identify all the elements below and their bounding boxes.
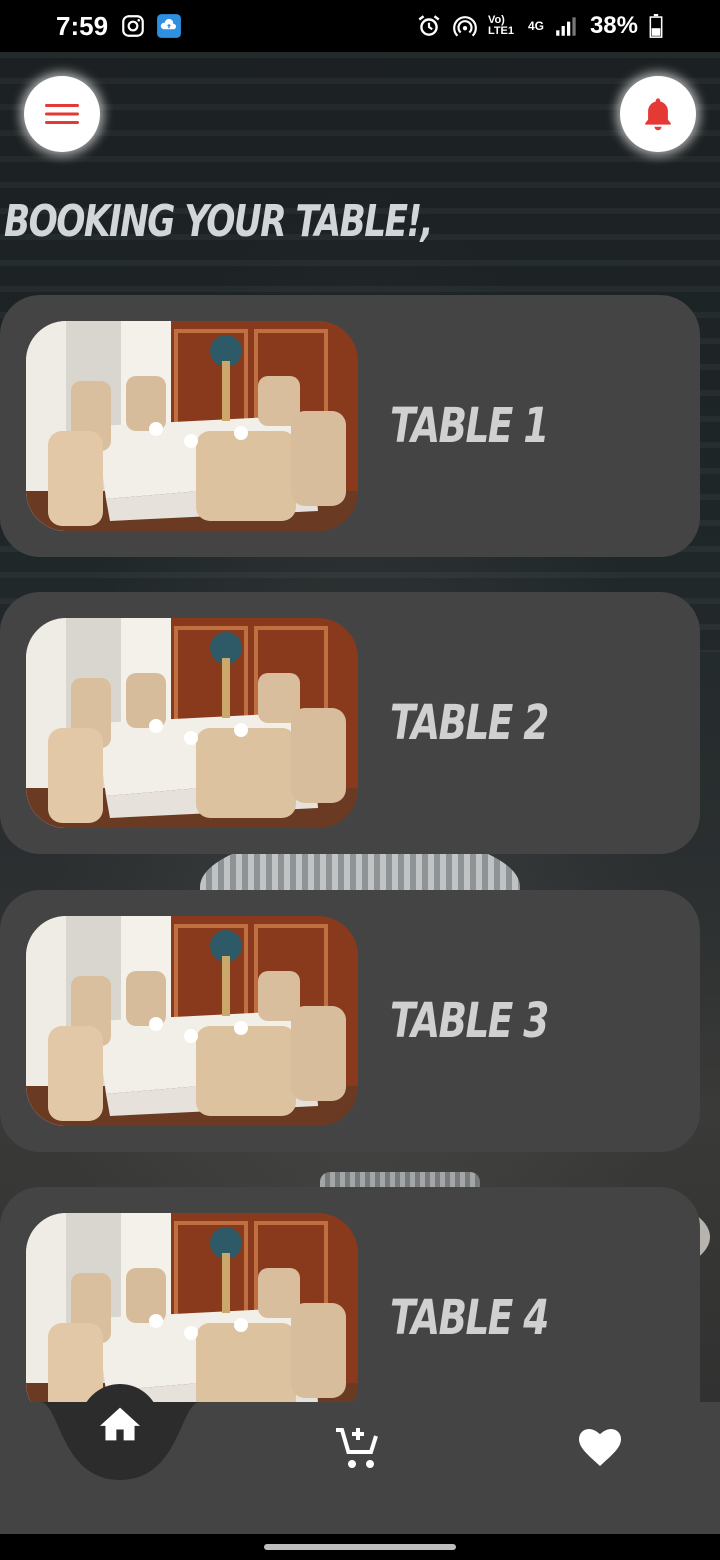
hamburger-menu-icon: [45, 104, 79, 124]
gesture-handle[interactable]: [264, 1544, 456, 1550]
status-bar: 7:59 Vo) LTE1 4G 38%: [0, 0, 720, 52]
menu-button[interactable]: [24, 76, 100, 152]
battery-percentage: 38%: [589, 12, 638, 39]
add-to-cart-icon: [336, 1428, 378, 1468]
nav-add-to-cart-button[interactable]: [330, 1420, 386, 1476]
table-image: [26, 618, 358, 828]
home-icon: [100, 1407, 140, 1441]
table-label: TABLE 3: [390, 993, 549, 1049]
heart-icon: [579, 1429, 621, 1466]
nav-home-button[interactable]: [80, 1384, 160, 1464]
table-card-2[interactable]: TABLE 2: [0, 592, 700, 854]
hotspot-icon: [453, 16, 477, 37]
status-left-icons: [120, 13, 182, 39]
notification-button[interactable]: [620, 76, 696, 152]
table-image: [26, 1213, 358, 1423]
table-image: [26, 321, 358, 531]
network-type-label: 4G: [527, 19, 544, 33]
bell-icon: [645, 98, 671, 131]
table-image: [26, 916, 358, 1126]
volte-label: Vo) LTE1: [487, 14, 515, 37]
status-time: 7:59: [56, 10, 109, 41]
table-card-1[interactable]: TABLE 1: [0, 295, 700, 557]
battery-icon: [649, 14, 663, 38]
table-card-3[interactable]: TABLE 3: [0, 890, 700, 1152]
table-label: TABLE 2: [390, 695, 549, 751]
page-title: BOOKING YOUR TABLE!,: [4, 196, 434, 247]
table-label: TABLE 1: [390, 398, 549, 454]
alarm-icon: [418, 15, 440, 36]
nav-favorites-button[interactable]: [574, 1420, 626, 1472]
cloud-upload-icon: [157, 14, 181, 38]
status-right-icons: Vo) LTE1 4G 38%: [416, 12, 664, 40]
signal-icon: [556, 17, 576, 36]
instagram-icon: [122, 15, 144, 37]
